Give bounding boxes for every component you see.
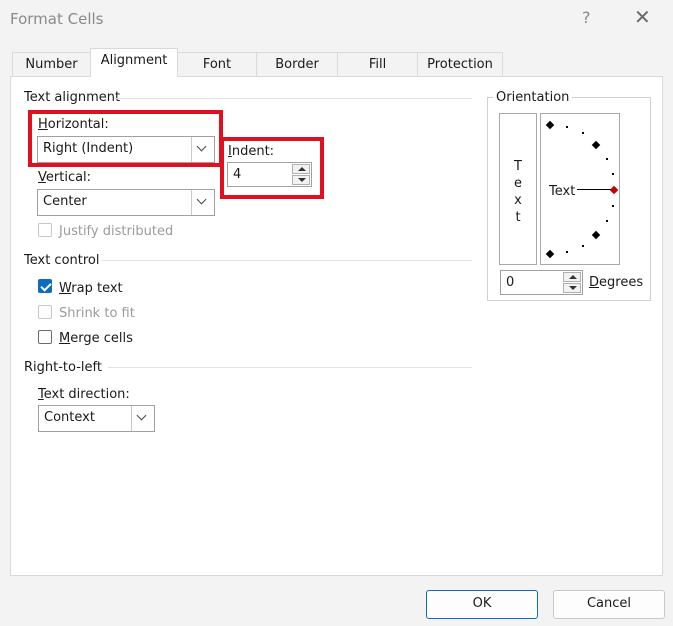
tab-protection[interactable]: Protection (417, 52, 503, 76)
tab-number[interactable]: Number (12, 52, 91, 76)
tab-border[interactable]: Border (256, 52, 338, 76)
dial-marker (591, 140, 601, 150)
orientation-dial[interactable]: Text (540, 113, 620, 265)
degrees-spinner[interactable]: 0 (500, 270, 583, 295)
dial-pointer-line (577, 189, 612, 190)
horizontal-value: Right (Indent) (43, 141, 134, 156)
shrink-to-fit-checkbox[interactable] (38, 305, 52, 319)
arrow-up-icon (569, 275, 577, 279)
horizontal-dropdown-button[interactable] (191, 137, 214, 162)
ok-button[interactable]: OK (426, 590, 538, 619)
indent-value: 4 (233, 167, 242, 182)
shrink-to-fit-label: Shrink to fit (59, 306, 135, 321)
dial-dot (582, 245, 584, 247)
indent-spinner[interactable]: 4 (227, 162, 312, 187)
dial-marker (545, 120, 555, 130)
cancel-button[interactable]: Cancel (553, 590, 665, 619)
wrap-text-label: Wrap text (59, 281, 123, 296)
dial-dot (606, 158, 608, 160)
indent-label: Indent: (228, 144, 275, 159)
text-direction-value: Context (44, 410, 95, 425)
dial-dot (612, 173, 614, 175)
dial-dot (566, 126, 568, 128)
dial-dot (612, 205, 614, 207)
tab-bar: Number Alignment Font Border Fill Protec… (10, 48, 663, 77)
text-direction-label: Text direction: (38, 387, 130, 402)
horizontal-label: Horizontal: (38, 117, 109, 132)
merge-cells-checkbox[interactable] (38, 330, 52, 344)
dial-text: Text (549, 184, 576, 199)
arrow-up-icon (298, 167, 306, 171)
indent-spin-arrows (292, 164, 310, 185)
right-to-left-divider (108, 367, 472, 368)
dial-dot (566, 251, 568, 253)
dial-pointer-marker[interactable] (609, 185, 619, 195)
text-direction-select[interactable]: Context (38, 405, 155, 432)
degrees-spin-arrows (563, 272, 581, 293)
chevron-down-icon (136, 410, 147, 421)
vertical-label: Vertical: (38, 170, 92, 185)
right-to-left-heading: Right-to-left (24, 360, 102, 375)
arrow-down-icon (569, 286, 577, 290)
degrees-label: Degrees (589, 275, 644, 290)
dial-marker (545, 249, 555, 259)
tab-fill[interactable]: Fill (337, 52, 418, 76)
degrees-value: 0 (506, 275, 515, 290)
justify-distributed-label: Justify distributed (59, 224, 174, 239)
horizontal-select[interactable]: Right (Indent) (37, 136, 215, 163)
orientation-heading: Orientation (493, 90, 573, 105)
text-control-heading: Text control (24, 253, 100, 268)
indent-up-button[interactable] (292, 164, 310, 174)
dial-marker (591, 230, 601, 240)
indent-down-button[interactable] (292, 175, 310, 185)
dial-dot (582, 132, 584, 134)
text-control-divider (101, 260, 472, 261)
dial-dot (606, 220, 608, 222)
help-icon[interactable]: ? (582, 8, 591, 27)
vertical-dropdown-button[interactable] (191, 190, 214, 215)
text-direction-dropdown-button[interactable] (131, 406, 154, 431)
vertical-value: Center (43, 194, 87, 209)
text-alignment-heading: Text alignment (24, 90, 121, 105)
tab-alignment[interactable]: Alignment (90, 48, 178, 77)
dialog-title: Format Cells (10, 10, 104, 28)
wrap-text-checkbox[interactable] (38, 279, 52, 293)
tab-font[interactable]: Font (177, 52, 257, 76)
chevron-down-icon (196, 194, 207, 205)
arrow-down-icon (298, 178, 306, 182)
vertical-select[interactable]: Center (37, 189, 215, 216)
degrees-up-button[interactable] (563, 272, 581, 282)
degrees-down-button[interactable] (563, 283, 581, 293)
justify-distributed-checkbox[interactable] (38, 223, 52, 237)
vertical-text-letters: T e x t (514, 159, 522, 225)
chevron-down-icon (196, 141, 207, 152)
vertical-text-button[interactable]: T e x t (499, 113, 537, 265)
merge-cells-label: Merge cells (59, 331, 133, 346)
text-alignment-divider (114, 98, 472, 99)
close-icon[interactable]: ✕ (634, 5, 651, 29)
